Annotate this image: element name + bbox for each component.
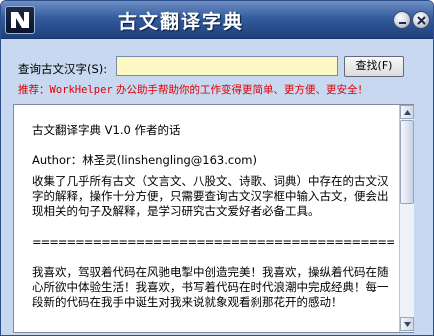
content-text: 古文翻译字典 V1.0 作者的话 Author：林圣灵(linshengling… (32, 123, 394, 310)
minimize-icon (399, 22, 406, 24)
content-author: Author：林圣灵(linshengling@163.com) (32, 153, 257, 167)
content-divider: ========================================… (32, 235, 394, 249)
search-input[interactable] (116, 56, 338, 76)
content-panel: 古文翻译字典 V1.0 作者的话 Author：林圣灵(linshengling… (13, 104, 414, 333)
content-intro: 收集了几乎所有古文（文言文、八股文、诗歌、词典）中存在的古文汉字的解释，操作十分… (32, 174, 389, 218)
scroll-up-button[interactable] (400, 105, 414, 119)
minimize-button[interactable] (393, 11, 411, 29)
promo-link[interactable]: 推荐：WorkHelper 办公助手帮助你的工作变得更简单、更方便、更安全！ (18, 82, 430, 97)
promo-text: 办公助手帮助你的工作变得更简单、更方便、更安全！ (112, 84, 369, 96)
content-closing: 我喜欢，驾驭着代码在风驰电掣中创造完美！我喜欢，操纵着代码在随心所欲中体验生活！… (32, 265, 389, 309)
search-label: 查询古文汉字(S): (18, 62, 108, 76)
arrow-down-icon (404, 322, 411, 327)
scroll-thumb[interactable] (400, 120, 414, 204)
app-window: 古文翻译字典 查询古文汉字(S): 查找(F) 推荐：WorkHelper 办公… (0, 0, 434, 336)
search-button[interactable]: 查找(F) (344, 56, 404, 77)
arrow-up-icon (404, 110, 411, 115)
content-title: 古文翻译字典 V1.0 作者的话 (32, 123, 181, 137)
promo-brand: WorkHelper (49, 84, 113, 96)
scroll-down-button[interactable] (400, 317, 414, 331)
vertical-scrollbar[interactable] (399, 105, 414, 332)
close-button[interactable] (412, 11, 430, 29)
promo-prefix: 推荐： (18, 84, 50, 96)
window-title: 古文翻译字典 (117, 11, 244, 33)
title-bar[interactable]: 古文翻译字典 (1, 1, 433, 39)
close-icon (417, 16, 426, 25)
